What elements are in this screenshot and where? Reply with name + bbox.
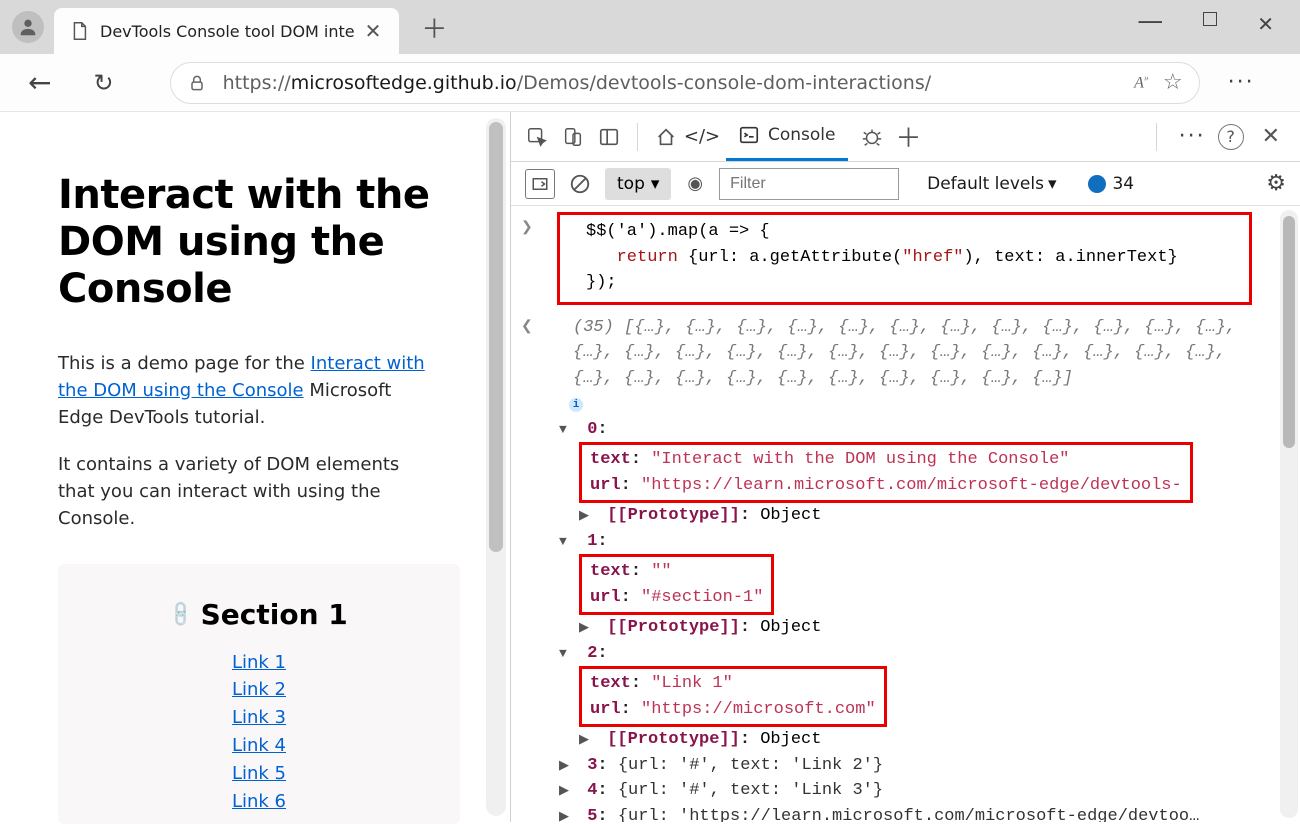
input-code-highlight: $$('a').map(a => { return {url: a.getAtt…: [557, 212, 1252, 305]
result-item-2[interactable]: 2:: [559, 641, 1294, 667]
filter-input[interactable]: [719, 168, 899, 200]
list-item[interactable]: Link 3: [86, 704, 432, 732]
add-tab-button[interactable]: ＋: [896, 118, 922, 155]
devtools-close-button[interactable]: ✕: [1256, 124, 1286, 149]
browser-toolbar: ← ↻ https://microsoftedge.github.io/Demo…: [0, 54, 1300, 112]
list-item[interactable]: Link 2: [86, 676, 432, 704]
section-1-box: 🔗Section 1 Link 1 Link 2 Link 3 Link 4 L…: [58, 564, 460, 824]
list-item[interactable]: Link 6: [86, 788, 432, 816]
window-controls: — ✕: [1137, 12, 1292, 42]
code-line: $$('a').map(a => {: [586, 219, 1223, 245]
elements-icon[interactable]: </>: [690, 125, 714, 149]
url-text: https://microsoftedge.github.io/Demos/de…: [223, 72, 932, 94]
result-item-0[interactable]: 0:: [559, 417, 1294, 443]
welcome-icon[interactable]: [654, 125, 678, 149]
browser-title-bar: DevTools Console tool DOM inte ✕ ＋ — ✕: [0, 0, 1300, 54]
list-item[interactable]: Link 4: [86, 732, 432, 760]
result-item-1-props-highlight: text: "" url: "#section-1": [579, 554, 774, 615]
help-icon[interactable]: ?: [1218, 124, 1244, 150]
link-icon[interactable]: 🔗: [166, 599, 197, 630]
console-scrollbar[interactable]: [1280, 210, 1298, 818]
result-item-2-props-highlight: text: "Link 1" url: "https://microsoft.c…: [579, 666, 887, 727]
back-button[interactable]: ←: [16, 62, 63, 103]
console-output[interactable]: $$('a').map(a => { return {url: a.getAtt…: [511, 206, 1300, 822]
browser-menu-button[interactable]: ···: [1228, 70, 1255, 95]
device-icon[interactable]: [561, 125, 585, 149]
page-icon: [68, 20, 90, 42]
clear-console-button[interactable]: [565, 169, 595, 199]
favorite-icon[interactable]: ☆: [1163, 70, 1183, 95]
tab-console[interactable]: Console: [726, 112, 848, 161]
code-line: return {url: a.getAttribute("href"), tex…: [586, 245, 1223, 271]
list-item[interactable]: Link 1: [86, 649, 432, 677]
toggle-sidebar-button[interactable]: [525, 169, 555, 199]
output-marker-icon: [521, 317, 539, 338]
settings-icon[interactable]: ⚙: [1266, 171, 1286, 196]
issues-counter[interactable]: 34: [1088, 174, 1134, 194]
page-scrollbar[interactable]: [486, 118, 506, 816]
lock-icon: [187, 73, 207, 93]
inspect-icon[interactable]: [525, 125, 549, 149]
result-item-5[interactable]: 5: {url: 'https://learn.microsoft.com/mi…: [559, 804, 1294, 823]
window-close-button[interactable]: ✕: [1257, 12, 1274, 42]
section-1-links: Link 1 Link 2 Link 3 Link 4 Link 5 Link …: [86, 649, 432, 816]
browser-tab-active[interactable]: DevTools Console tool DOM inte ✕: [54, 8, 399, 54]
refresh-button[interactable]: ↻: [93, 69, 113, 97]
result-item-3[interactable]: 3: {url: '#', text: 'Link 2'}: [559, 753, 1294, 779]
context-selector[interactable]: top▾: [605, 168, 671, 200]
prototype-row[interactable]: [[Prototype]]: Object: [579, 615, 1294, 641]
profile-avatar[interactable]: [12, 11, 44, 43]
chevron-down-icon: ▾: [1048, 174, 1057, 194]
devtools-tab-bar: </> Console ＋ ··· ? ✕: [511, 112, 1300, 162]
bug-icon[interactable]: [860, 125, 884, 149]
live-expression-icon[interactable]: ◉: [687, 173, 703, 194]
new-tab-button[interactable]: ＋: [421, 9, 447, 46]
minimize-button[interactable]: —: [1137, 6, 1163, 36]
issue-badge-icon: [1088, 175, 1106, 193]
prototype-row[interactable]: [[Prototype]]: Object: [579, 727, 1294, 753]
result-item-0-props-highlight: text: "Interact with the DOM using the C…: [579, 442, 1193, 503]
url-bar[interactable]: https://microsoftedge.github.io/Demos/de…: [170, 62, 1200, 104]
content-split: Interact with the DOM using the Console …: [0, 112, 1300, 822]
maximize-button[interactable]: [1203, 12, 1217, 26]
page-title: Interact with the DOM using the Console: [58, 172, 460, 314]
devtools-panel: </> Console ＋ ··· ? ✕ top▾ ◉ Default lev…: [510, 112, 1300, 822]
devtools-menu-button[interactable]: ···: [1179, 124, 1206, 149]
read-aloud-icon[interactable]: A»: [1134, 73, 1149, 92]
info-icon[interactable]: i: [569, 398, 583, 412]
result-summary[interactable]: (35) [{…}, {…}, {…}, {…}, {…}, {…}, {…},…: [539, 315, 1239, 392]
result-item-4[interactable]: 4: {url: '#', text: 'Link 3'}: [559, 778, 1294, 804]
tab-close-icon[interactable]: ✕: [355, 19, 386, 43]
console-toolbar: top▾ ◉ Default levels ▾ 34 ⚙: [511, 162, 1300, 206]
page-content: Interact with the DOM using the Console …: [0, 112, 510, 822]
tab-label: Console: [768, 125, 836, 145]
console-icon: [738, 124, 760, 146]
tab-title: DevTools Console tool DOM inte: [100, 22, 355, 41]
intro-paragraph-2: It contains a variety of DOM elements th…: [58, 451, 438, 532]
prototype-row[interactable]: [[Prototype]]: Object: [579, 503, 1294, 529]
result-item-1[interactable]: 1:: [559, 529, 1294, 555]
intro-paragraph-1: This is a demo page for the Interact wit…: [58, 350, 438, 431]
code-line: });: [586, 270, 1223, 296]
dock-icon[interactable]: [597, 125, 621, 149]
input-marker-icon: [521, 218, 539, 239]
list-item[interactable]: Link 5: [86, 760, 432, 788]
log-levels-selector[interactable]: Default levels ▾: [927, 174, 1056, 194]
section-1-heading: 🔗Section 1: [170, 598, 348, 631]
chevron-down-icon: ▾: [651, 174, 660, 194]
